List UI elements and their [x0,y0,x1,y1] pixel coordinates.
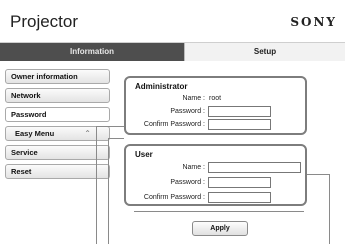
sidebar-item-owner-information[interactable]: Owner information [5,69,110,84]
user-password-field[interactable] [208,177,271,188]
admin-password-label: Password : [170,108,205,115]
connector-line [306,174,329,175]
administrator-title: Administrator [135,82,188,91]
admin-confirm-password-label: Confirm Password : [143,121,205,128]
admin-name-label: Name : [182,95,205,102]
user-password-label: Password : [170,179,205,186]
connector-line [108,138,124,139]
sidebar-item-easy-menu[interactable]: Easy Menu ⌃ [5,126,110,141]
sidebar: Owner information Network Password Easy … [5,69,110,183]
user-name-label: Name : [182,164,205,171]
page-title: Projector [10,12,79,31]
divider [134,211,304,212]
apply-button[interactable]: Apply [192,221,248,236]
connector-line [108,138,109,244]
tab-bar: Information Setup [0,43,345,61]
sidebar-item-label: Password [11,110,47,119]
user-group: User Name : Password : Confirm Password … [124,144,307,206]
sidebar-item-label: Easy Menu [15,129,55,138]
admin-password-field[interactable] [208,106,271,117]
user-confirm-password-label: Confirm Password : [143,194,205,201]
administrator-group: Administrator Name : root Password : Con… [124,76,307,135]
sidebar-item-reset[interactable]: Reset [5,164,110,179]
tab-setup[interactable]: Setup [184,43,345,61]
sidebar-item-label: Service [11,148,38,157]
connector-line [329,174,330,244]
connector-line [96,126,97,244]
user-name-field[interactable] [208,162,301,173]
admin-confirm-password-field[interactable] [208,119,271,130]
sidebar-item-label: Network [11,91,41,100]
sidebar-item-service[interactable]: Service [5,145,110,160]
chevron-up-icon: ⌃ [84,129,91,138]
app-header: Projector SONY [0,0,345,43]
sidebar-item-network[interactable]: Network [5,88,110,103]
sidebar-item-label: Owner information [11,72,78,81]
sidebar-item-label: Reset [11,167,32,176]
tab-information[interactable]: Information [0,43,184,61]
user-title: User [135,150,153,159]
brand-logo: SONY [290,15,337,29]
admin-name-value: root [209,95,222,102]
user-confirm-password-field[interactable] [208,192,271,203]
sidebar-item-password[interactable]: Password [5,107,110,122]
